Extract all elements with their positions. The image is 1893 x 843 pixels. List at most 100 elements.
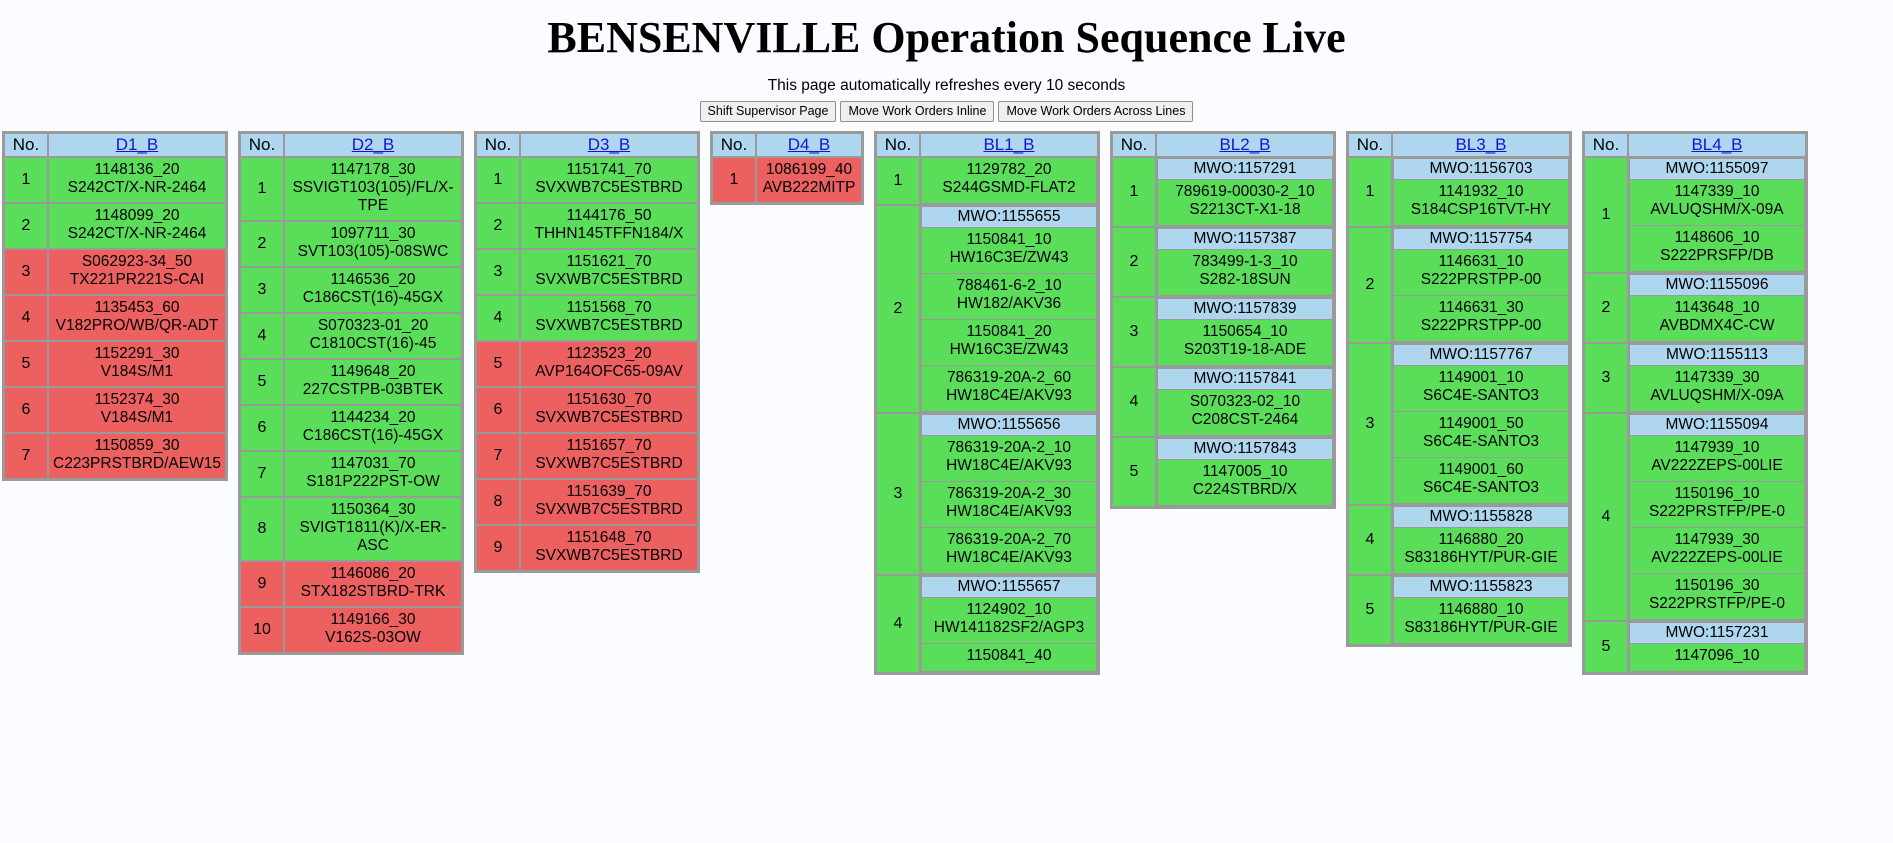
work-order-group-cell[interactable]: MWO:1155655 1150841_10 HW16C3E/ZW43 788461-…: [920, 205, 1098, 413]
work-order-cell[interactable]: 1147178_30 SSVIGT103(105)/FL/X-TPE: [284, 157, 462, 221]
table-row[interactable]: 7 1150859_30 C223PRSTBRD/AEW15: [4, 433, 226, 479]
table-row[interactable]: 1 1147178_30 SSVIGT103(105)/FL/X-TPE: [240, 157, 462, 221]
work-order-group-cell[interactable]: MWO:1157231 1147096_10: [1628, 621, 1806, 673]
table-row[interactable]: 2 MWO:1155096 1143648_10 AVBDMX4C-CW: [1584, 273, 1806, 343]
mwo-header[interactable]: MWO:1157387: [1157, 228, 1333, 250]
work-order-group-cell[interactable]: MWO:1155113 1147339_30 AVLUQSHM/X-09A: [1628, 343, 1806, 413]
table-row[interactable]: 7 1151657_70 SVXWB7C5ESTBRD: [476, 433, 698, 479]
work-order-cell[interactable]: 1152291_30 V184S/M1: [48, 341, 226, 387]
work-order-group-cell[interactable]: MWO:1157387 783499-1-3_10 S282-18SUN: [1156, 227, 1334, 297]
work-order-group-cell[interactable]: MWO:1156703 1141932_10 S184CSP16TVT-HY: [1392, 157, 1570, 227]
work-order-cell[interactable]: 1097711_30 SVT103(105)-08SWC: [284, 221, 462, 267]
mwo-header[interactable]: MWO:1155094: [1629, 414, 1805, 436]
work-order-group-cell[interactable]: MWO:1155828 1146880_20 S83186HYT/PUR-GIE: [1392, 505, 1570, 575]
work-order-cell[interactable]: 1150841_40: [921, 644, 1097, 672]
work-order-cell[interactable]: 1146631_30 S222PRSTPP-00: [1393, 296, 1569, 342]
work-order-group-cell[interactable]: MWO:1157843 1147005_10 C224STBRD/X: [1156, 437, 1334, 507]
work-order-cell[interactable]: 1123523_20 AVP164OFC65-09AV: [520, 341, 698, 387]
table-row[interactable]: 3 MWO:1155113 1147339_30 AVLUQSHM/X-09A: [1584, 343, 1806, 413]
table-row[interactable]: 4 S070323-01_20 C1810CST(16)-45: [240, 313, 462, 359]
line-link-d2_b[interactable]: D2_B: [352, 135, 395, 154]
work-order-cell[interactable]: 1146086_20 STX182STBRD-TRK: [284, 561, 462, 607]
line-link-d1_b[interactable]: D1_B: [116, 135, 159, 154]
work-order-cell[interactable]: 1124902_10 HW141182SF2/AGP3: [921, 598, 1097, 644]
work-order-cell[interactable]: S070323-01_20 C1810CST(16)-45: [284, 313, 462, 359]
table-row[interactable]: 4 MWO:1155657 1124902_10 HW141182SF2/AGP3 11…: [876, 575, 1098, 673]
work-order-cell[interactable]: 1150841_20 HW16C3E/ZW43: [921, 320, 1097, 366]
work-order-cell[interactable]: 1151648_70 SVXWB7C5ESTBRD: [520, 525, 698, 571]
mwo-header[interactable]: MWO:1155097: [1629, 158, 1805, 180]
mwo-header[interactable]: MWO:1156703: [1393, 158, 1569, 180]
work-order-cell[interactable]: 1144176_50 THHN145TFFN184/X: [520, 203, 698, 249]
work-order-cell[interactable]: 1146880_20 S83186HYT/PUR-GIE: [1393, 528, 1569, 574]
table-row[interactable]: 3 MWO:1157839 1150654_10 S203T19-18-ADE: [1112, 297, 1334, 367]
work-order-cell[interactable]: 1149648_20 227CSTPB-03BTEK: [284, 359, 462, 405]
work-order-group-cell[interactable]: MWO:1155656 786319-20A-2_10 HW18C4E/AKV93 7…: [920, 413, 1098, 575]
table-row[interactable]: 3 MWO:1157767 1149001_10 S6C4E-SANTO3 114900…: [1348, 343, 1570, 505]
work-order-cell[interactable]: 1129782_20 S244GSMD-FLAT2: [921, 158, 1097, 204]
work-order-cell[interactable]: 1151639_70 SVXWB7C5ESTBRD: [520, 479, 698, 525]
work-order-cell[interactable]: 1146880_10 S83186HYT/PUR-GIE: [1393, 598, 1569, 644]
table-row[interactable]: 7 1147031_70 S181P222PST-OW: [240, 451, 462, 497]
work-order-cell[interactable]: 1151621_70 SVXWB7C5ESTBRD: [520, 249, 698, 295]
mwo-header[interactable]: MWO:1155823: [1393, 576, 1569, 598]
table-row[interactable]: 2 1148099_20 S242CT/X-NR-2464: [4, 203, 226, 249]
table-row[interactable]: 2 MWO:1155655 1150841_10 HW16C3E/ZW43 788461…: [876, 205, 1098, 413]
table-row[interactable]: 2 1144176_50 THHN145TFFN184/X: [476, 203, 698, 249]
mwo-header[interactable]: MWO:1155657: [921, 576, 1097, 598]
table-row[interactable]: 5 1123523_20 AVP164OFC65-09AV: [476, 341, 698, 387]
work-order-cell[interactable]: 786319-20A-2_10 HW18C4E/AKV93: [921, 436, 1097, 482]
line-link-bl4_b[interactable]: BL4_B: [1691, 135, 1742, 154]
work-order-cell[interactable]: S062923-34_50 TX221PR221S-CAI: [48, 249, 226, 295]
table-row[interactable]: 4 1135453_60 V182PRO/WB/QR-ADT: [4, 295, 226, 341]
work-order-cell[interactable]: 1149001_60 S6C4E-SANTO3: [1393, 458, 1569, 504]
mwo-header[interactable]: MWO:1157231: [1629, 622, 1805, 644]
work-order-cell[interactable]: 1147031_70 S181P222PST-OW: [284, 451, 462, 497]
work-order-cell[interactable]: 1141932_10 S184CSP16TVT-HY: [1393, 180, 1569, 226]
move-work-orders-inline-button[interactable]: Move Work Orders Inline: [840, 101, 995, 122]
work-order-cell[interactable]: 1147339_30 AVLUQSHM/X-09A: [1629, 366, 1805, 412]
work-order-cell[interactable]: 1148099_20 S242CT/X-NR-2464: [48, 203, 226, 249]
table-row[interactable]: 2 MWO:1157754 1146631_10 S222PRSTPP-00 11466…: [1348, 227, 1570, 343]
mwo-header[interactable]: MWO:1157843: [1157, 438, 1333, 460]
work-order-cell[interactable]: S070323-02_10 C208CST-2464: [1157, 390, 1333, 436]
work-order-cell[interactable]: 1147939_10 AV222ZEPS-00LIE: [1629, 436, 1805, 482]
work-order-cell[interactable]: 1144234_20 C186CST(16)-45GX: [284, 405, 462, 451]
work-order-group-cell[interactable]: MWO:1157841 S070323-02_10 C208CST-2464: [1156, 367, 1334, 437]
mwo-header[interactable]: MWO:1157291: [1157, 158, 1333, 180]
work-order-cell[interactable]: 1151568_70 SVXWB7C5ESTBRD: [520, 295, 698, 341]
work-order-group-cell[interactable]: MWO:1155094 1147939_10 AV222ZEPS-00LIE 1150…: [1628, 413, 1806, 621]
shift-supervisor-page-button[interactable]: Shift Supervisor Page: [699, 101, 837, 122]
line-link-bl3_b[interactable]: BL3_B: [1455, 135, 1506, 154]
line-link-d3_b[interactable]: D3_B: [588, 135, 631, 154]
work-order-cell[interactable]: 786319-20A-2_70 HW18C4E/AKV93: [921, 528, 1097, 574]
mwo-header[interactable]: MWO:1155113: [1629, 344, 1805, 366]
mwo-header[interactable]: MWO:1155096: [1629, 274, 1805, 296]
mwo-header[interactable]: MWO:1157839: [1157, 298, 1333, 320]
work-order-cell[interactable]: 1150196_10 S222PRSTFP/PE-0: [1629, 482, 1805, 528]
work-order-cell[interactable]: 1147005_10 C224STBRD/X: [1157, 460, 1333, 506]
mwo-header[interactable]: MWO:1155656: [921, 414, 1097, 436]
work-order-cell[interactable]: 1146631_10 S222PRSTPP-00: [1393, 250, 1569, 296]
mwo-header[interactable]: MWO:1157754: [1393, 228, 1569, 250]
table-row[interactable]: 4 1151568_70 SVXWB7C5ESTBRD: [476, 295, 698, 341]
work-order-group-cell[interactable]: MWO:1157767 1149001_10 S6C4E-SANTO3 1149001…: [1392, 343, 1570, 505]
table-row[interactable]: 1 MWO:1157291 789619-00030-2_10 S2213CT-X1-…: [1112, 157, 1334, 227]
table-row[interactable]: 3 1151621_70 SVXWB7C5ESTBRD: [476, 249, 698, 295]
work-order-cell[interactable]: 1146536_20 C186CST(16)-45GX: [284, 267, 462, 313]
work-order-cell[interactable]: 788461-6-2_10 HW182/AKV36: [921, 274, 1097, 320]
table-row[interactable]: 8 1151639_70 SVXWB7C5ESTBRD: [476, 479, 698, 525]
work-order-cell[interactable]: 1150859_30 C223PRSTBRD/AEW15: [48, 433, 226, 479]
work-order-cell[interactable]: 1152374_30 V184S/M1: [48, 387, 226, 433]
table-row[interactable]: 6 1144234_20 C186CST(16)-45GX: [240, 405, 462, 451]
table-row[interactable]: 1 1151741_70 SVXWB7C5ESTBRD: [476, 157, 698, 203]
work-order-cell[interactable]: 789619-00030-2_10 S2213CT-X1-18: [1157, 180, 1333, 226]
work-order-cell[interactable]: 1151657_70 SVXWB7C5ESTBRD: [520, 433, 698, 479]
table-row[interactable]: 1 MWO:1156703 1141932_10 S184CSP16TVT-HY: [1348, 157, 1570, 227]
table-row[interactable]: 4 MWO:1155828 1146880_20 S83186HYT/PUR-GIE: [1348, 505, 1570, 575]
work-order-cell[interactable]: 1149166_30 V162S-03OW: [284, 607, 462, 653]
move-work-orders-across-lines-button[interactable]: Move Work Orders Across Lines: [998, 101, 1194, 122]
work-order-cell[interactable]: 1150196_30 S222PRSTFP/PE-0: [1629, 574, 1805, 620]
work-order-cell[interactable]: 1147096_10: [1629, 644, 1805, 672]
table-row[interactable]: 3 MWO:1155656 786319-20A-2_10 HW18C4E/AKV93…: [876, 413, 1098, 575]
